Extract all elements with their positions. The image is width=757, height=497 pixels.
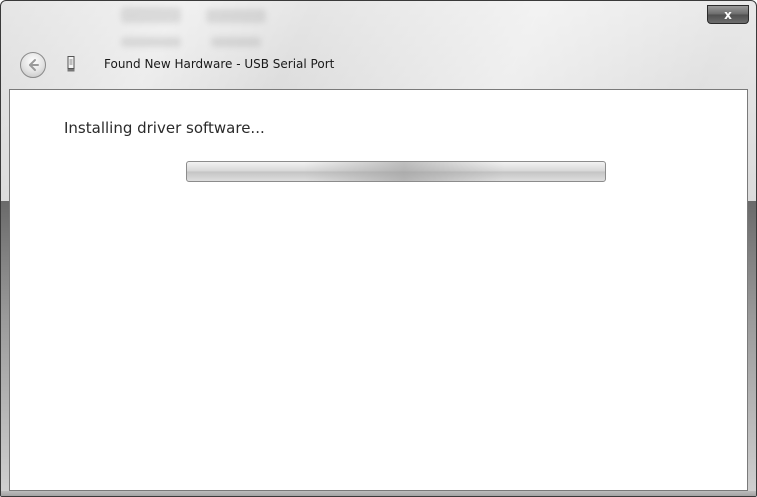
close-icon: x: [724, 7, 732, 22]
back-arrow-icon: [29, 59, 39, 71]
frame-decoration: [206, 9, 266, 23]
progress-bar: [186, 161, 606, 182]
window-frame-right: [748, 201, 756, 491]
window-frame-left: [1, 201, 9, 491]
back-button[interactable]: [20, 52, 46, 78]
status-text: Installing driver software...: [64, 119, 265, 137]
usb-device-icon: [67, 56, 75, 72]
window-title: Found New Hardware - USB Serial Port: [104, 57, 335, 71]
close-button[interactable]: x: [707, 5, 749, 24]
frame-decoration: [121, 37, 181, 47]
content-panel: Installing driver software...: [9, 89, 748, 491]
progress-indicator: [304, 162, 505, 181]
frame-decoration: [211, 37, 261, 47]
dialog-window: x Found New Hardware - USB Serial Port I…: [0, 0, 757, 497]
window-frame-bottom: [1, 491, 756, 496]
frame-decoration: [121, 7, 181, 23]
